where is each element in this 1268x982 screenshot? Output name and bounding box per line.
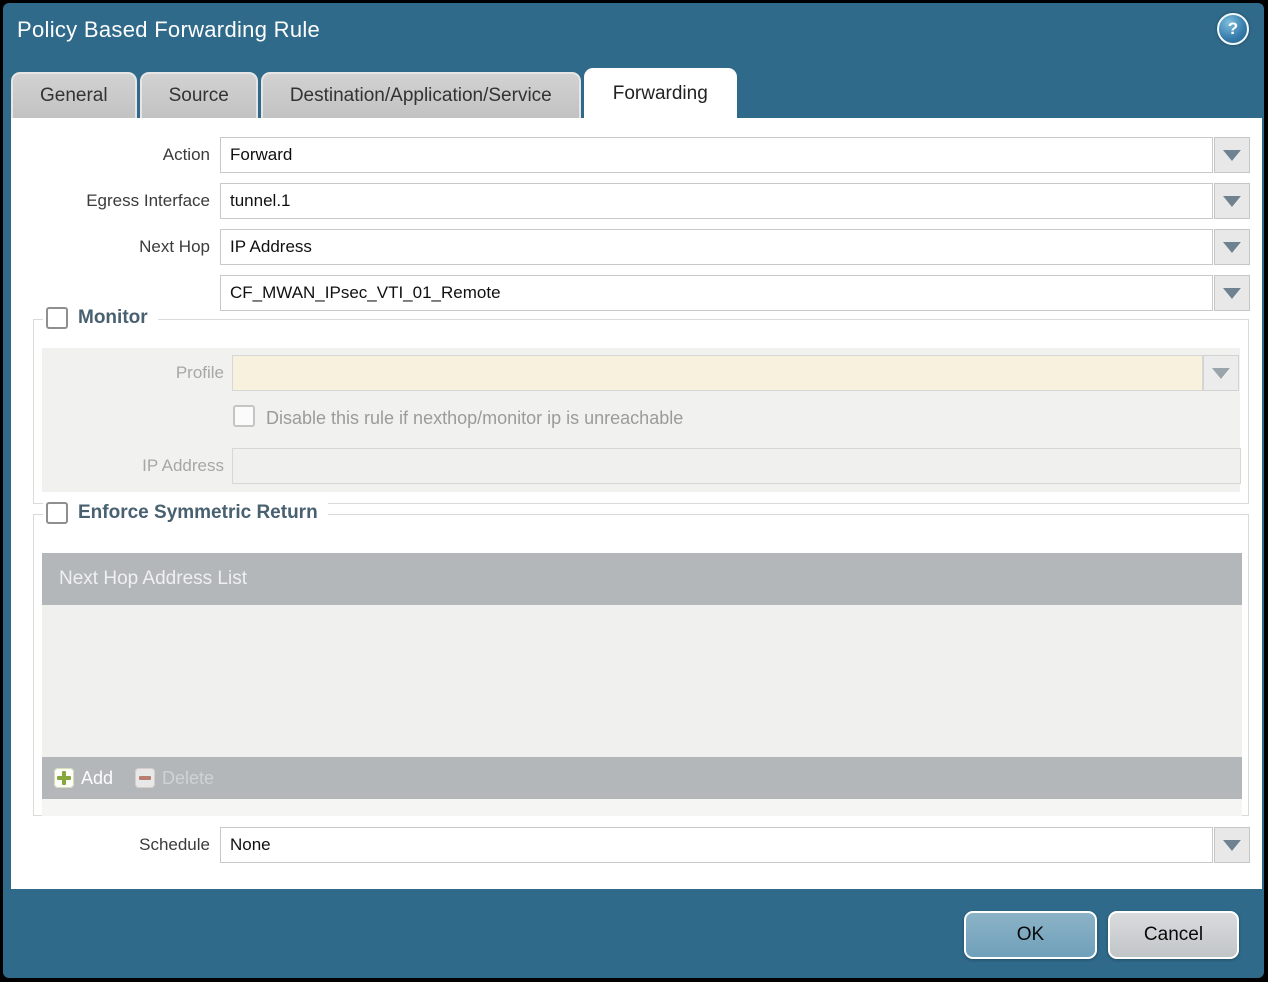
enforce-symmetric-return-legend: Enforce Symmetric Return (43, 502, 328, 524)
dialog-title: Policy Based Forwarding Rule (17, 17, 321, 42)
chevron-down-icon (1223, 839, 1241, 851)
next-hop-dropdown-button[interactable] (1214, 229, 1250, 265)
profile-row: Profile (42, 355, 1240, 391)
chevron-down-icon (1223, 149, 1241, 161)
monitor-legend-label: Monitor (78, 307, 148, 328)
next-hop-label: Next Hop (139, 237, 210, 256)
next-hop-address-list-header: Next Hop Address List (42, 553, 1242, 605)
profile-select[interactable] (232, 355, 1203, 391)
chevron-down-icon (1212, 367, 1230, 379)
chevron-down-icon (1223, 287, 1241, 299)
next-hop-address-table: Next Hop Address List Add Delete (42, 553, 1242, 816)
schedule-dropdown-button[interactable] (1214, 827, 1250, 863)
chevron-down-icon (1223, 195, 1241, 207)
enforce-symmetric-return-checkbox[interactable] (46, 502, 68, 524)
next-hop-address-value: CF_MWAN_IPsec_VTI_01_Remote (230, 283, 501, 302)
enforce-symmetric-return-section: Enforce Symmetric Return Next Hop Addres… (33, 502, 1249, 816)
monitor-panel: Profile Disable this rule if nexthop/mon… (42, 348, 1241, 492)
enforce-symmetric-return-legend-label: Enforce Symmetric Return (78, 502, 318, 523)
egress-interface-select[interactable]: tunnel.1 (220, 183, 1213, 219)
title-bar: Policy Based Forwarding Rule ? (3, 3, 1264, 65)
monitor-legend: Monitor (43, 307, 158, 329)
action-dropdown-button[interactable] (1214, 137, 1250, 173)
action-select[interactable]: Forward (220, 137, 1213, 173)
cancel-button[interactable]: Cancel (1108, 911, 1239, 959)
help-glyph: ? (1227, 19, 1239, 38)
monitor-ip-address-row: IP Address (42, 448, 1241, 484)
next-hop-address-list-body[interactable] (42, 605, 1242, 757)
policy-based-forwarding-rule-dialog: Policy Based Forwarding Rule ? General S… (3, 3, 1264, 978)
egress-interface-row: Egress Interface tunnel.1 (11, 183, 1262, 219)
add-button[interactable]: Add (54, 768, 113, 789)
tab-destination-application-service[interactable]: Destination/Application/Service (260, 72, 581, 118)
tab-bar: General Source Destination/Application/S… (11, 66, 737, 118)
forwarding-tab-panel: Action Forward Egress Interface tunnel.1… (11, 118, 1262, 889)
tab-forwarding[interactable]: Forwarding (583, 68, 737, 118)
plus-icon (54, 768, 74, 788)
add-button-label: Add (81, 767, 114, 788)
next-hop-address-list-header-label: Next Hop Address List (59, 568, 247, 589)
table-toolbar: Add Delete (42, 757, 1242, 799)
next-hop-address-select[interactable]: CF_MWAN_IPsec_VTI_01_Remote (220, 275, 1213, 311)
monitor-ip-address-input[interactable] (232, 448, 1241, 484)
tab-general[interactable]: General (11, 72, 137, 118)
action-row: Action Forward (11, 137, 1262, 173)
next-hop-type-select[interactable]: IP Address (220, 229, 1213, 265)
profile-label: Profile (175, 363, 224, 382)
chevron-down-icon (1223, 241, 1241, 253)
schedule-select[interactable]: None (220, 827, 1213, 863)
next-hop-type-value: IP Address (230, 237, 312, 256)
disable-rule-row: Disable this rule if nexthop/monitor ip … (42, 403, 1240, 439)
monitor-checkbox[interactable] (46, 307, 68, 329)
monitor-ip-address-label: IP Address (142, 456, 224, 475)
delete-button-label: Delete (162, 767, 215, 788)
schedule-label: Schedule (139, 835, 210, 854)
disable-rule-checkbox[interactable] (233, 405, 255, 427)
action-value: Forward (230, 145, 293, 164)
next-hop-address-row: CF_MWAN_IPsec_VTI_01_Remote (11, 275, 1262, 311)
monitor-section: Monitor Profile Disable this rule if nex… (33, 307, 1249, 504)
schedule-value: None (230, 835, 271, 854)
help-icon[interactable]: ? (1217, 13, 1249, 45)
table-scroll-strip (42, 799, 1242, 816)
egress-interface-dropdown-button[interactable] (1214, 183, 1250, 219)
egress-interface-label: Egress Interface (86, 191, 210, 210)
egress-interface-value: tunnel.1 (230, 191, 291, 210)
next-hop-row: Next Hop IP Address (11, 229, 1262, 265)
action-label: Action (162, 145, 210, 164)
ok-button[interactable]: OK (964, 911, 1097, 959)
minus-icon (135, 768, 156, 788)
next-hop-address-dropdown-button[interactable] (1214, 275, 1250, 311)
tab-source[interactable]: Source (139, 72, 258, 118)
disable-rule-label: Disable this rule if nexthop/monitor ip … (266, 408, 684, 428)
profile-dropdown-button[interactable] (1203, 355, 1239, 391)
schedule-row: Schedule None (11, 827, 1262, 863)
delete-button[interactable]: Delete (135, 768, 214, 789)
